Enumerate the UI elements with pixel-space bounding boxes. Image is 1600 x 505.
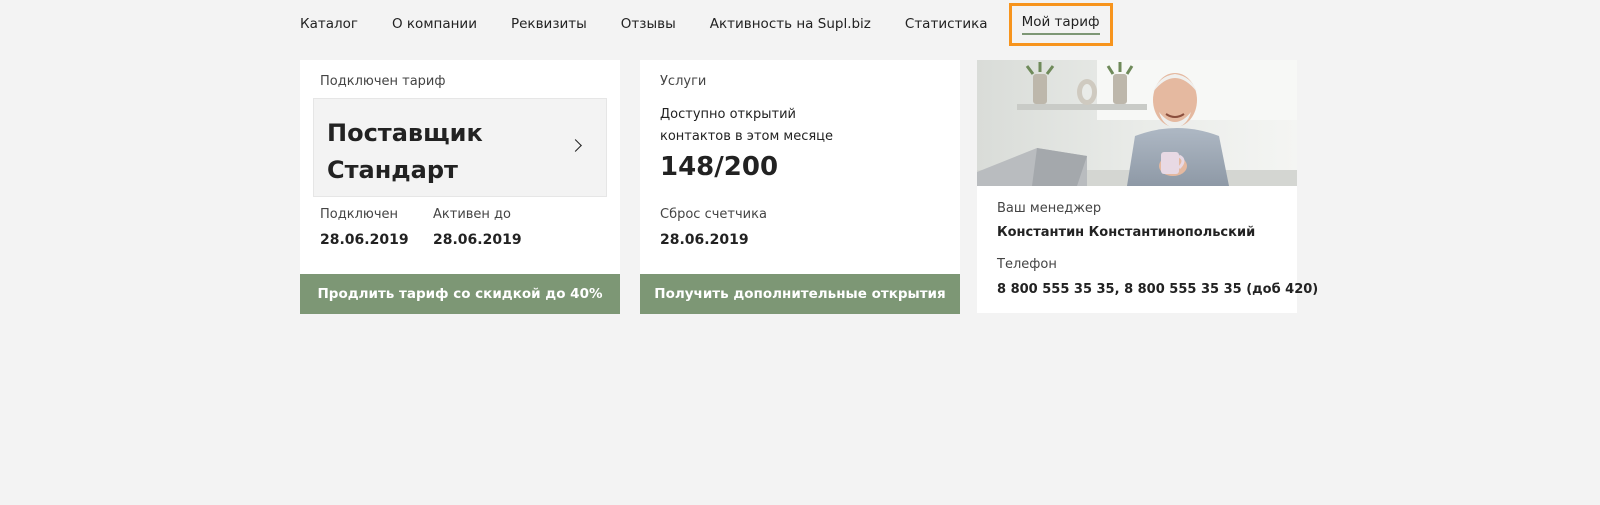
nav-item-catalog[interactable]: Каталог (300, 16, 358, 32)
nav-item-requisites[interactable]: Реквизиты (511, 16, 587, 32)
nav-item-my-tariff-label: Мой тариф (1021, 14, 1100, 35)
available-openings-label: Доступно открытий контактов в этом месяц… (660, 107, 834, 144)
manager-card: Ваш менеджер Константин Константинопольс… (977, 60, 1318, 313)
nav-item-about[interactable]: О компании (392, 16, 477, 32)
nav-item-my-tariff[interactable]: Мой тариф (1008, 2, 1113, 46)
chevron-right-icon (569, 139, 582, 152)
extend-tariff-button[interactable]: Продлить тариф со скидкой до 40% (300, 274, 620, 314)
services-card: Услуги Доступно открытий контактов в это… (640, 60, 960, 314)
active-until-value: 28.06.2019 (433, 232, 522, 248)
tariff-name: Поставщик Стандарт (327, 119, 483, 184)
main-nav: Каталог О компании Реквизиты Отзывы Акти… (300, 0, 1113, 48)
manager-photo (977, 60, 1297, 186)
nav-item-reviews[interactable]: Отзывы (621, 16, 676, 32)
phone-label: Телефон (997, 257, 1057, 272)
tariff-selector[interactable]: Поставщик Стандарт (313, 98, 607, 197)
connected-value: 28.06.2019 (320, 232, 409, 248)
get-more-openings-button[interactable]: Получить дополнительные открытия (640, 274, 960, 314)
nav-item-statistics[interactable]: Статистика (905, 16, 988, 32)
services-heading: Услуги (660, 74, 707, 89)
connected-label: Подключен (320, 207, 398, 222)
manager-name: Константин Константинопольский (997, 225, 1256, 240)
tariff-card: Подключен тариф Поставщик Стандарт Подкл… (300, 60, 620, 314)
manager-label: Ваш менеджер (997, 201, 1102, 216)
reset-value: 28.06.2019 (660, 232, 749, 248)
tariff-heading: Подключен тариф (320, 74, 446, 89)
nav-item-activity[interactable]: Активность на Supl.biz (710, 16, 871, 32)
reset-label: Сброс счетчика (660, 207, 767, 222)
openings-count: 148/200 (660, 152, 779, 182)
phone-value[interactable]: 8 800 555 35 35, 8 800 555 35 35 (доб 42… (997, 282, 1318, 297)
active-until-label: Активен до (433, 207, 511, 222)
